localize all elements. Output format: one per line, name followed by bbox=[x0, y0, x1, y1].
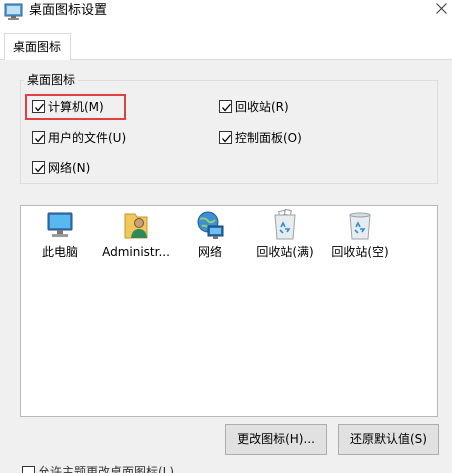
checkmark-icon bbox=[35, 134, 44, 143]
list-item-label: 此电脑 bbox=[41, 245, 78, 259]
recycle-bin-checkbox-label: 回收站(R) bbox=[235, 100, 289, 114]
list-item-label: Administr... bbox=[102, 245, 170, 259]
list-item-this-pc[interactable]: 此电脑 bbox=[21, 208, 99, 264]
checkmark-icon bbox=[35, 164, 44, 173]
list-item-recycle-bin-empty[interactable]: 回收站(空) bbox=[321, 208, 399, 264]
allow-theme-change-label: 允许主题更改桌面图标(L) bbox=[38, 465, 175, 473]
network-icon bbox=[193, 208, 227, 242]
tab-desktop-icons[interactable]: 桌面图标 bbox=[4, 33, 71, 60]
checkmark-icon bbox=[222, 134, 231, 143]
change-icon-button[interactable]: 更改图标(H)... bbox=[225, 424, 327, 455]
control-panel-checkbox-box[interactable] bbox=[219, 131, 232, 144]
user-folder-icon bbox=[119, 208, 153, 242]
list-item-user-files[interactable]: Administr... bbox=[97, 208, 175, 264]
checkmark-icon bbox=[222, 103, 231, 112]
list-item-recycle-bin-full[interactable]: 回收站(满) bbox=[246, 208, 324, 264]
recycle-bin-checkbox-box[interactable] bbox=[219, 100, 232, 113]
close-button[interactable] bbox=[430, 0, 452, 24]
window-title: 桌面图标设置 bbox=[29, 3, 108, 18]
restore-default-button[interactable]: 还原默认值(S) bbox=[338, 424, 439, 455]
list-item-network[interactable]: 网络 bbox=[171, 208, 249, 264]
title-bar: 桌面图标设置 bbox=[0, 0, 452, 30]
control-panel-checkbox-label: 控制面板(O) bbox=[235, 131, 302, 145]
list-item-label: 回收站(空) bbox=[331, 245, 389, 259]
user-files-checkbox-box[interactable] bbox=[32, 131, 45, 144]
allow-theme-change-checkbox[interactable] bbox=[22, 466, 35, 473]
network-checkbox-box[interactable] bbox=[32, 161, 45, 174]
list-item-label: 网络 bbox=[197, 245, 222, 259]
groupbox-title: 桌面图标 bbox=[24, 73, 79, 87]
tab-desktop-icons-label: 桌面图标 bbox=[13, 40, 62, 54]
computer-icon bbox=[43, 208, 77, 242]
user-files-checkbox-label: 用户的文件(U) bbox=[48, 131, 127, 145]
recycle-bin-empty-icon bbox=[343, 208, 377, 242]
highlight-box bbox=[25, 94, 126, 120]
list-item-label: 回收站(满) bbox=[256, 245, 314, 259]
change-icon-button-label: 更改图标(H)... bbox=[237, 432, 315, 446]
recycle-bin-full-icon bbox=[268, 208, 302, 242]
network-checkbox-label: 网络(N) bbox=[48, 161, 91, 175]
restore-default-button-label: 还原默认值(S) bbox=[350, 432, 427, 446]
desktop-settings-app-icon bbox=[4, 3, 24, 21]
